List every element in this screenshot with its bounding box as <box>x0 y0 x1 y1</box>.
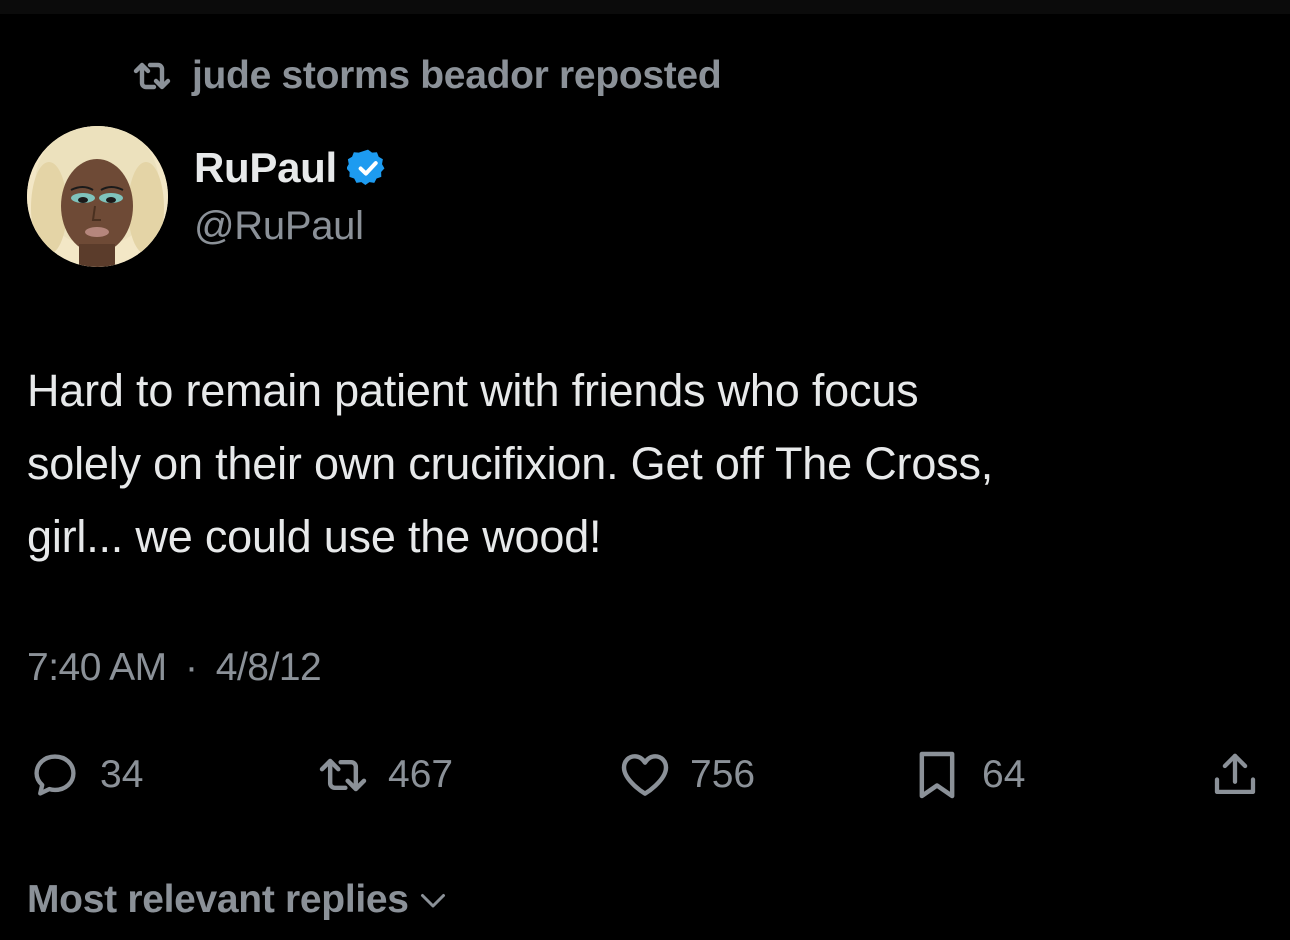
bookmark-icon <box>906 744 968 806</box>
reply-button[interactable]: 34 <box>24 742 143 808</box>
repost-count: 467 <box>388 753 454 796</box>
reply-icon <box>24 744 86 806</box>
chevron-down-icon <box>415 880 455 920</box>
repost-button[interactable]: 467 <box>312 742 453 808</box>
replies-sort-dropdown[interactable]: Most relevant replies <box>27 874 455 926</box>
verified-badge-icon <box>346 146 391 190</box>
author-display-name[interactable]: RuPaul <box>194 144 337 192</box>
repost-icon <box>126 50 178 102</box>
repost-icon <box>312 744 374 806</box>
tweet-text: Hard to remain patient with friends who … <box>27 354 1257 573</box>
top-divider <box>0 0 1290 14</box>
tweet-timestamp[interactable]: 7:40 AM · 4/8/12 <box>27 646 322 690</box>
share-icon <box>1204 744 1266 806</box>
author-name-row[interactable]: RuPaul <box>194 142 391 194</box>
reply-count: 34 <box>100 753 144 796</box>
repost-label: jude storms beador reposted <box>192 54 722 97</box>
tweet-text-line: girl... we could use the wood! <box>27 511 602 562</box>
heart-icon <box>614 744 676 806</box>
avatar[interactable] <box>27 126 168 267</box>
share-button[interactable] <box>1204 742 1266 808</box>
author-handle[interactable]: @RuPaul <box>194 204 364 249</box>
tweet-text-line: Hard to remain patient with friends who … <box>27 365 919 416</box>
like-button[interactable]: 756 <box>614 742 755 808</box>
tweet-date: 4/8/12 <box>215 646 322 689</box>
like-count: 756 <box>690 753 756 796</box>
bookmark-count: 64 <box>982 753 1026 796</box>
tweet-time: 7:40 AM <box>27 646 167 689</box>
timestamp-separator: · <box>184 646 198 689</box>
tweet-text-line: solely on their own crucifixion. Get off… <box>27 438 994 489</box>
tweet-actions-bar: 34 467 756 64 <box>0 742 1290 808</box>
replies-sort-label: Most relevant replies <box>27 878 409 921</box>
bookmark-button[interactable]: 64 <box>906 742 1025 808</box>
repost-context[interactable]: jude storms beador reposted <box>126 50 722 102</box>
